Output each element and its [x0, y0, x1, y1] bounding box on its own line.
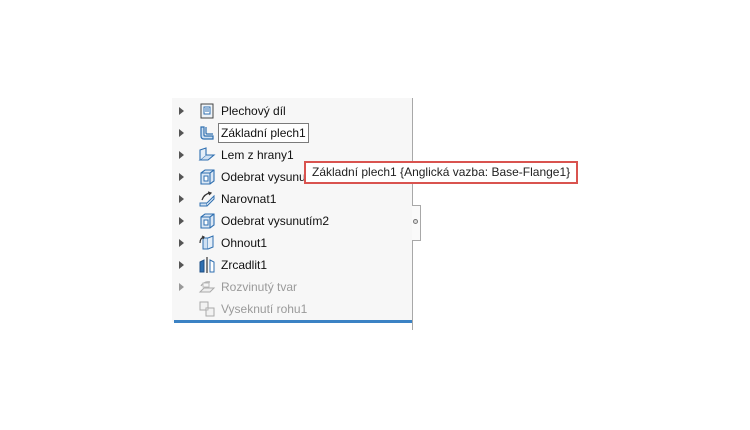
extruded-cut-icon	[200, 213, 215, 229]
base-flange-icon	[200, 126, 214, 140]
mirror-icon	[199, 257, 215, 273]
tree-item-label: Zrcadlit1	[221, 258, 268, 272]
tree-item-label: Vyseknutí rohu1	[221, 302, 308, 316]
tree-item-label: Rozvinutý tvar	[221, 280, 298, 294]
grip-dot-icon	[413, 219, 418, 224]
corner-relief-icon	[199, 301, 215, 317]
panel-splitter-handle[interactable]	[412, 205, 421, 241]
expand-arrow-icon[interactable]	[179, 195, 184, 203]
tree-item-sheet-metal[interactable]: Plechový díl	[172, 100, 412, 122]
feature-tooltip: Základní plech1 {Anglická vazba: Base-Fl…	[304, 161, 579, 184]
tree-item-label: Narovnat1	[221, 192, 277, 206]
fold-icon	[199, 235, 214, 250]
edge-flange-icon	[198, 147, 216, 161]
feature-manager-tree: Plechový díl Základní plech1 Lem z hrany…	[172, 98, 412, 322]
expand-arrow-icon[interactable]	[179, 151, 184, 159]
expand-arrow-icon[interactable]	[179, 283, 184, 291]
expand-arrow-icon[interactable]	[179, 129, 184, 137]
flat-pattern-icon	[198, 281, 216, 293]
rollback-bar[interactable]	[174, 320, 412, 323]
tree-item-extruded-cut-2[interactable]: Odebrat vysunutím2	[172, 210, 412, 232]
expand-arrow-icon[interactable]	[179, 217, 184, 225]
tree-item-fold[interactable]: Ohnout1	[172, 232, 412, 254]
tree-item-corner-relief[interactable]: Vyseknutí rohu1	[172, 298, 412, 320]
tree-item-mirror[interactable]: Zrcadlit1	[172, 254, 412, 276]
tree-item-label: Plechový díl	[221, 104, 286, 118]
tree-item-label: Odebrat vysunutím2	[221, 214, 330, 228]
tree-item-label: Základní plech1	[218, 123, 309, 143]
expand-arrow-icon[interactable]	[179, 239, 184, 247]
tree-item-label: Ohnout1	[221, 236, 268, 250]
expand-arrow-icon[interactable]	[179, 173, 184, 181]
tree-item-label: Odebrat vysunu	[221, 170, 306, 184]
expand-arrow-icon[interactable]	[179, 261, 184, 269]
tree-item-unfold[interactable]: Narovnat1	[172, 188, 412, 210]
extruded-cut-icon	[200, 169, 215, 185]
tree-item-label: Lem z hrany1	[221, 148, 294, 162]
expand-arrow-icon[interactable]	[179, 107, 184, 115]
tree-item-flat-pattern[interactable]: Rozvinutý tvar	[172, 276, 412, 298]
sheet-metal-icon	[200, 103, 214, 119]
tree-item-base-flange[interactable]: Základní plech1	[172, 122, 412, 144]
unfold-icon	[199, 191, 215, 207]
